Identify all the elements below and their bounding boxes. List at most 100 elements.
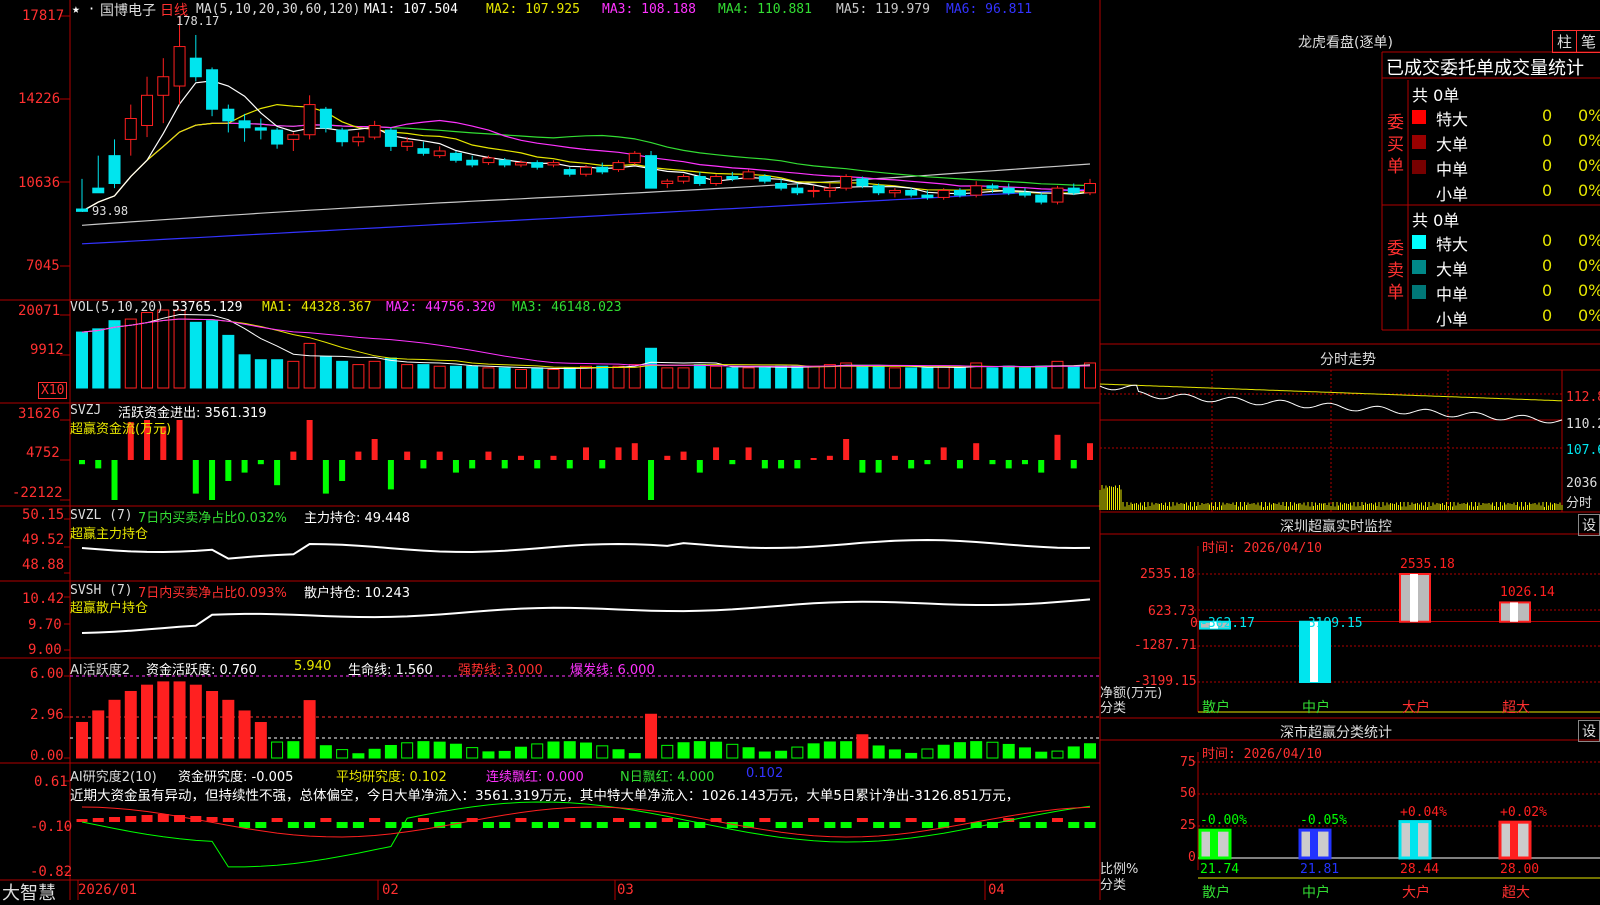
research-bar: [678, 822, 690, 828]
monitor-category: 大户: [1402, 700, 1430, 716]
fund-flow-bar: [745, 447, 752, 460]
candle-body: [189, 57, 202, 78]
volume-bar: [596, 365, 609, 389]
volume-bar: [758, 367, 771, 389]
activity-bar: [726, 743, 739, 759]
vol-ma1: MA1: 44328.367: [262, 300, 372, 315]
monitor-setting-button[interactable]: 设: [1578, 514, 1600, 536]
candle-body: [238, 120, 251, 129]
activity-bar: [872, 745, 885, 759]
activity-bar: [1002, 743, 1015, 759]
svzj-axis-label: 31626: [18, 406, 61, 422]
candle-body: [92, 187, 105, 194]
research-bar: [499, 822, 511, 828]
candle-body: [108, 155, 121, 184]
fund-flow-bar: [973, 443, 980, 460]
activity-bar: [856, 734, 869, 759]
candle-body: [157, 76, 170, 96]
volume-bar: [76, 331, 88, 389]
fund-flow-bar: [339, 460, 346, 481]
ai-research-label: 资金研究度: -0.005: [178, 770, 294, 785]
candle-body: [433, 150, 446, 157]
fund-flow-bar: [810, 458, 817, 460]
volume-bar: [1002, 365, 1015, 389]
price-axis-label: 17817: [22, 8, 65, 24]
order-size-swatch: [1412, 110, 1426, 124]
tab-stroke-button[interactable]: 笔: [1576, 30, 1600, 53]
volume-bar: [189, 321, 202, 389]
candle-body: [401, 141, 414, 147]
ai-research-comment: 近期大资金虽有异动，但持续性不强，总体偏空，今日大单净流入：3561.319万元…: [70, 788, 1020, 804]
research-bar: [905, 818, 917, 822]
activity-bar: [157, 681, 170, 759]
fund-flow-bar: [241, 460, 248, 473]
classify-category: 超大: [1502, 885, 1530, 901]
volume-bar: [840, 362, 853, 389]
price-axis-label: 7045: [26, 258, 60, 274]
order-size-swatch: [1412, 135, 1426, 149]
order-row-name: 中单: [1436, 285, 1469, 304]
research-bar: [580, 822, 592, 828]
research-bar: [141, 815, 153, 822]
ai-research-axis-label: -0.10: [30, 819, 73, 835]
volume-bar: [303, 342, 316, 389]
buy-side-label: 委买单: [1387, 113, 1404, 177]
ai-research-title: AI研究度2(10): [70, 770, 157, 785]
activity-bar: [775, 750, 788, 759]
classify-value-label: 21.81: [1300, 862, 1340, 877]
volume-bar: [319, 355, 332, 389]
stock-name[interactable]: 国博电子: [100, 0, 156, 20]
activity-bar: [1035, 751, 1048, 759]
volume-bar: [466, 365, 479, 389]
volume-bar: [677, 367, 690, 389]
svzl-sub: 超赢主力持仓: [70, 527, 149, 542]
volume-bar: [888, 367, 901, 389]
order-size-swatch: [1412, 310, 1426, 324]
candle-body: [693, 176, 706, 184]
activity-bar: [303, 700, 316, 759]
vol-unit: X10: [38, 382, 68, 399]
ai-active-label: 资金活跃度: 0.760: [146, 663, 257, 678]
research-bar: [515, 818, 527, 822]
activity-bar: [791, 746, 804, 759]
ai-research-label4: N日飘红: 4.000: [620, 770, 715, 785]
monitor-axis-label: 0: [1190, 616, 1198, 631]
volume-bar: [710, 365, 723, 389]
order-row-name: 特大: [1436, 235, 1469, 254]
volume-bar: [124, 318, 137, 389]
fund-flow-bar: [599, 460, 606, 469]
volume-bar: [661, 367, 674, 389]
fund-flow-bar: [209, 460, 216, 500]
fund-flow-bar: [550, 455, 557, 460]
volume-bar: [108, 320, 121, 389]
activity-bar: [498, 750, 511, 759]
ai-active-label5: 爆发线: 6.000: [570, 663, 655, 678]
candle-body: [986, 185, 999, 189]
activity-bar: [742, 747, 755, 759]
fund-flow-bar: [680, 451, 687, 460]
candle-body: [970, 185, 983, 196]
fund-flow-bar: [843, 439, 850, 460]
vol-title: VOL(5,10,20): [70, 300, 164, 315]
tab-bar-button[interactable]: 柱: [1552, 30, 1578, 53]
classify-bar-highlight: [1410, 821, 1418, 858]
candle-body: [628, 152, 641, 164]
candle-body: [141, 94, 154, 126]
research-bar: [954, 818, 966, 822]
monitor-value-label: -3199.15: [1300, 615, 1363, 631]
classify-setting-button[interactable]: 设: [1578, 720, 1600, 742]
candle-body: [775, 182, 788, 189]
ai-active-title: AI活跃度2: [70, 663, 130, 678]
candle-body: [1035, 194, 1048, 203]
volume-bar: [905, 367, 918, 389]
fund-flow-bar: [794, 460, 801, 469]
activity-bar: [368, 748, 381, 759]
candle-body: [937, 189, 950, 198]
candle-body: [856, 178, 869, 187]
classify-axis-label: 25: [1180, 818, 1196, 833]
fund-flow-bar: [908, 460, 915, 469]
vol-value: 53765.129: [172, 300, 243, 315]
retail-position-line: [81, 598, 1091, 634]
fund-flow-bar: [631, 443, 638, 460]
order-size-swatch: [1412, 160, 1426, 174]
